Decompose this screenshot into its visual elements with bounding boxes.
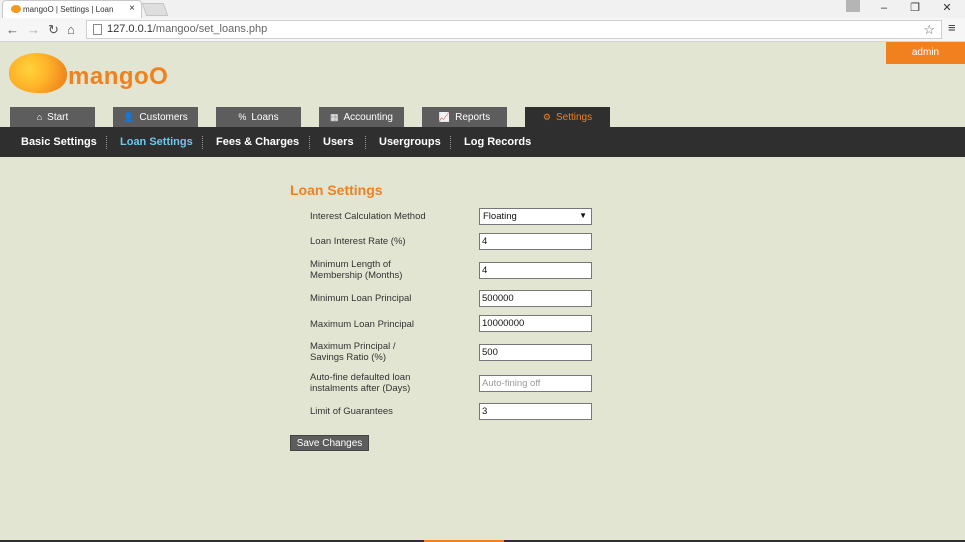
home-icon: ⌂ xyxy=(36,112,43,122)
close-window-button[interactable]: ✕ xyxy=(933,0,961,16)
max-principal-label: Maximum Loan Principal xyxy=(310,319,415,330)
browser-toolbar: ← → ↻ ⌂ 127.0.0.1/mangoo/set_loans.php ☆… xyxy=(0,18,965,42)
subnav-loan-settings[interactable]: Loan Settings xyxy=(120,127,193,157)
user-icon: 👤 xyxy=(123,112,135,122)
interest-method-select[interactable]: Floating ▼ xyxy=(479,208,592,225)
auto-fine-input[interactable]: Auto-fining off xyxy=(479,375,592,392)
tab-label: Reports xyxy=(455,112,491,123)
interest-method-label: Interest Calculation Method xyxy=(310,211,426,222)
settings-subnav: Basic Settings Loan Settings Fees & Char… xyxy=(0,127,965,157)
tab-accounting[interactable]: ▦ Accounting xyxy=(319,107,404,127)
chevron-down-icon: ▼ xyxy=(579,211,587,220)
max-principal-input[interactable]: 10000000 xyxy=(479,315,592,332)
guarantee-limit-label: Limit of Guarantees xyxy=(310,406,393,417)
browser-titlebar: mangoO | Settings | Loan × – ❐ ✕ xyxy=(0,0,965,18)
tab-label: Customers xyxy=(139,112,188,123)
logo-text: mangoO xyxy=(68,63,169,90)
home-icon[interactable]: ⌂ xyxy=(67,22,75,38)
tab-settings[interactable]: ⚙ Settings xyxy=(525,107,610,127)
browser-tab-title: mangoO | Settings | Loan xyxy=(23,5,114,14)
address-bar[interactable]: 127.0.0.1/mangoo/set_loans.php ☆ xyxy=(86,20,942,39)
auto-fine-label: Auto-fine defaulted loan instalments aft… xyxy=(310,372,411,394)
subnav-usergroups[interactable]: Usergroups xyxy=(379,127,441,157)
tab-label: Accounting xyxy=(343,112,393,123)
subnav-users[interactable]: Users xyxy=(323,127,354,157)
admin-button[interactable]: admin xyxy=(886,42,965,64)
url-path: /mangoo/set_loans.php xyxy=(152,23,268,35)
subnav-fees-charges[interactable]: Fees & Charges xyxy=(216,127,299,157)
subnav-divider xyxy=(365,136,366,149)
subnav-log-records[interactable]: Log Records xyxy=(464,127,531,157)
chart-icon: 📈 xyxy=(438,112,451,122)
tab-label: Settings xyxy=(555,112,593,123)
back-arrow-icon[interactable]: ← xyxy=(6,22,19,38)
min-membership-label: Minimum Length of Membership (Months) xyxy=(310,259,403,281)
new-tab-button[interactable] xyxy=(141,3,169,16)
reload-icon[interactable]: ↻ xyxy=(48,22,59,38)
savings-ratio-input[interactable]: 500 xyxy=(479,344,592,361)
forward-arrow-icon[interactable]: → xyxy=(27,22,40,38)
calculator-icon: ▦ xyxy=(330,112,339,122)
subnav-divider xyxy=(450,136,451,149)
interest-rate-input[interactable]: 4 xyxy=(479,233,592,250)
mango-favicon-icon xyxy=(11,5,21,13)
interest-method-value: Floating xyxy=(483,211,517,222)
restore-button[interactable]: ❐ xyxy=(901,0,929,16)
bookmark-star-icon[interactable]: ☆ xyxy=(923,22,935,38)
url-text: 127.0.0.1/mangoo/set_loans.php xyxy=(107,23,267,35)
tab-start[interactable]: ⌂ Start xyxy=(10,107,95,127)
interest-rate-label: Loan Interest Rate (%) xyxy=(310,236,406,247)
tab-label: Loans xyxy=(251,112,279,123)
subnav-divider xyxy=(106,136,107,149)
subnav-basic-settings[interactable]: Basic Settings xyxy=(21,127,97,157)
tab-customers[interactable]: 👤 Customers xyxy=(113,107,198,127)
percent-icon: % xyxy=(238,112,247,122)
min-principal-input[interactable]: 500000 xyxy=(479,290,592,307)
profile-icon[interactable] xyxy=(846,0,860,12)
guarantee-limit-input[interactable]: 3 xyxy=(479,403,592,420)
mango-logo-icon xyxy=(9,53,67,93)
tab-reports[interactable]: 📈 Reports xyxy=(422,107,507,127)
gear-icon: ⚙ xyxy=(542,112,551,122)
save-changes-button[interactable]: Save Changes xyxy=(290,435,369,451)
subnav-divider xyxy=(202,136,203,149)
browser-menu-icon[interactable]: ≡ xyxy=(948,20,956,35)
min-membership-input[interactable]: 4 xyxy=(479,262,592,279)
min-principal-label: Minimum Loan Principal xyxy=(310,293,412,304)
tab-label: Start xyxy=(47,112,69,123)
subnav-divider xyxy=(309,136,310,149)
tab-loans[interactable]: % Loans xyxy=(216,107,301,127)
savings-ratio-label: Maximum Principal / Savings Ratio (%) xyxy=(310,341,396,363)
main-tabs: ⌂ Start 👤 Customers % Loans ▦ Accounting 📈 Re… xyxy=(0,107,965,127)
page-icon xyxy=(93,24,102,35)
url-host: 127.0.0.1 xyxy=(107,23,153,35)
page-title: Loan Settings xyxy=(290,182,383,198)
minimize-button[interactable]: – xyxy=(870,0,898,16)
browser-tab[interactable]: mangoO | Settings | Loan × xyxy=(2,0,142,18)
tab-close-icon[interactable]: × xyxy=(129,3,135,14)
